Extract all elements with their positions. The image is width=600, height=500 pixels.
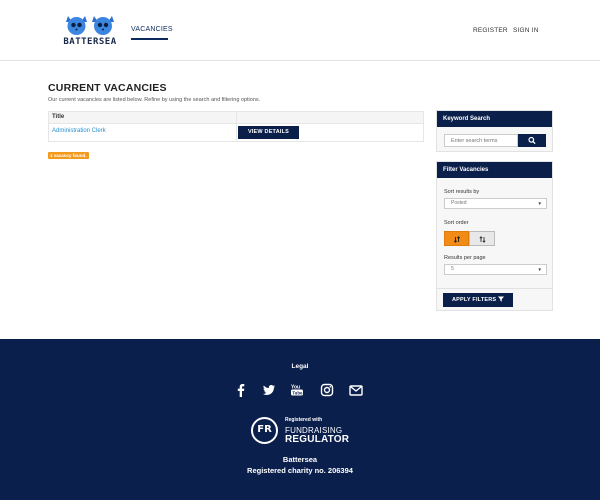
- sort-by-value: Posted: [451, 200, 467, 206]
- table-header-row: Title: [49, 112, 423, 124]
- filter-icon: [498, 296, 505, 302]
- page-title: CURRENT VACANCIES: [48, 82, 167, 94]
- facebook-icon[interactable]: [234, 383, 248, 397]
- apply-filters-label: APPLY FILTERS: [451, 297, 497, 303]
- filter-vacancies-panel: Filter Vacancies Sort results by Posted …: [436, 161, 553, 311]
- vacancy-title-link[interactable]: Administration Clerk: [52, 128, 106, 134]
- organisation-name: Battersea: [282, 455, 318, 464]
- charity-number: Registered charity no. 206394: [247, 466, 353, 475]
- nav-vacancies-link[interactable]: VACANCIES: [131, 26, 173, 33]
- vacancies-table: Title Administration Clerk VIEW DETAILS: [48, 111, 424, 142]
- apply-filters-button[interactable]: APPLY FILTERS: [443, 293, 513, 307]
- keyword-search-panel: Keyword Search: [436, 110, 553, 152]
- sort-ascending-button[interactable]: [469, 231, 495, 246]
- battersea-logo[interactable]: BATTERSEA: [60, 12, 120, 52]
- twitter-icon[interactable]: [262, 383, 276, 397]
- panel-divider: [437, 288, 552, 289]
- column-header-title: Title: [52, 114, 65, 120]
- chevron-down-icon: ▼: [537, 201, 542, 206]
- results-per-page-select[interactable]: 5 ▼: [444, 264, 547, 275]
- sort-order-label: Sort order: [444, 220, 469, 226]
- nav-active-indicator: [131, 38, 168, 40]
- sort-by-label: Sort results by: [444, 189, 480, 195]
- svg-text:Tube: Tube: [292, 390, 303, 395]
- results-count-badge: 1 vacancy found.: [48, 152, 89, 159]
- instagram-icon[interactable]: [320, 383, 334, 397]
- page-intro-text: Our current vacancies are listed below. …: [48, 97, 261, 103]
- filter-vacancies-heading: Filter Vacancies: [437, 162, 552, 178]
- legal-link[interactable]: Legal: [0, 363, 600, 370]
- fundraising-regulator-mark: FR: [251, 417, 278, 444]
- view-details-button[interactable]: VIEW DETAILS: [238, 126, 299, 139]
- email-icon[interactable]: [349, 383, 363, 397]
- nav-register-link[interactable]: REGISTER: [473, 27, 508, 34]
- keyword-search-heading: Keyword Search: [437, 111, 552, 127]
- results-per-page-value: 5: [451, 266, 454, 272]
- search-icon: [528, 136, 536, 144]
- site-footer: Legal You Tube FR Registered with FUNDRA…: [0, 339, 600, 500]
- regulator-regulator-text: REGULATOR: [285, 434, 350, 445]
- chevron-down-icon: ▼: [537, 267, 542, 272]
- cat-dog-logo-icon: [66, 16, 114, 35]
- table-row: Administration Clerk VIEW DETAILS: [49, 124, 423, 141]
- sort-by-select[interactable]: Posted ▼: [444, 198, 547, 209]
- fundraising-regulator-badge[interactable]: FR Registered with FUNDRAISING REGULATOR: [251, 415, 351, 447]
- regulator-registered-text: Registered with: [285, 417, 323, 423]
- column-divider: [236, 112, 237, 124]
- nav-sign-in-link[interactable]: SIGN IN: [513, 27, 539, 34]
- site-header: BATTERSEA VACANCIES REGISTER SIGN IN: [0, 0, 600, 61]
- sort-descending-button[interactable]: [444, 231, 469, 246]
- sort-descending-icon: [453, 236, 461, 243]
- results-per-page-label: Results per page: [444, 255, 486, 261]
- logo-text: BATTERSEA: [63, 37, 117, 47]
- sort-ascending-icon: [479, 236, 486, 243]
- column-divider: [236, 124, 237, 141]
- youtube-icon[interactable]: You Tube: [290, 383, 304, 397]
- keyword-search-button[interactable]: [518, 134, 546, 147]
- keyword-search-input[interactable]: [444, 134, 518, 147]
